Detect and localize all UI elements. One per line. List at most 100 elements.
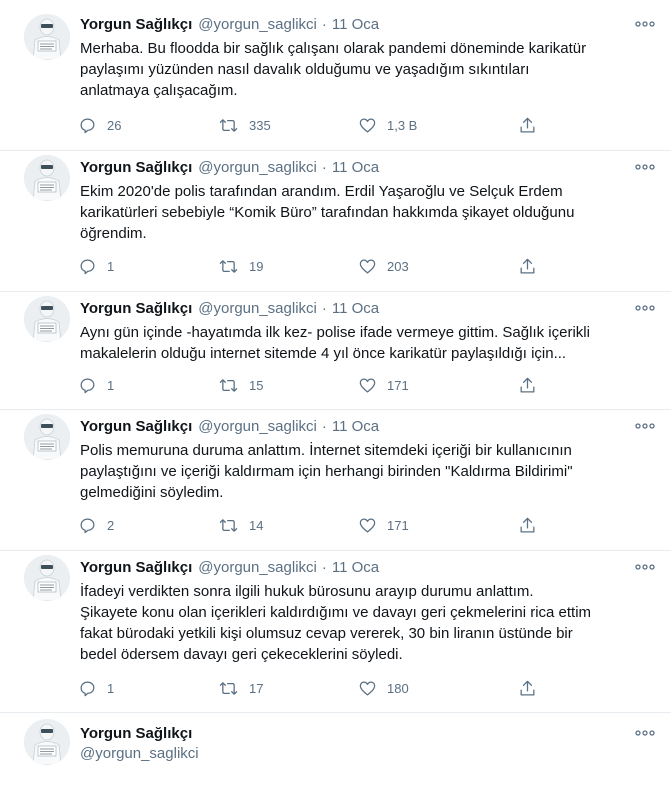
like-icon <box>359 118 376 132</box>
reply-count: 1 <box>107 258 115 274</box>
separator-dot: · <box>321 558 327 576</box>
retweet-button[interactable]: 19 <box>218 257 358 276</box>
author-handle[interactable]: @yorgun_saglikci <box>198 418 317 435</box>
tweet-actions: 2 14 171 <box>78 514 561 536</box>
tweet-date[interactable]: 11 Oca <box>332 16 379 33</box>
more-icon[interactable] <box>633 555 657 579</box>
avatar[interactable] <box>24 555 70 601</box>
tweet-date[interactable]: 11 Oca <box>332 418 379 435</box>
tweet-date[interactable]: 11 Oca <box>332 159 379 176</box>
author-name[interactable]: Yorgun Sağlıkçı <box>80 16 192 33</box>
reply-button[interactable]: 26 <box>78 116 218 135</box>
share-button[interactable] <box>518 516 537 535</box>
like-count: 180 <box>387 680 409 696</box>
reply-button[interactable]: 1 <box>78 376 218 395</box>
reply-button[interactable]: 1 <box>78 257 218 276</box>
author-name[interactable]: Yorgun Sağlıkçı <box>80 159 192 176</box>
author-name[interactable]: Yorgun Sağlıkçı <box>80 725 192 742</box>
author-name[interactable]: Yorgun Sağlıkçı <box>80 559 192 576</box>
author-handle[interactable]: @yorgun_saglikci <box>198 559 317 576</box>
reply-button[interactable]: 2 <box>78 516 218 535</box>
tweet-date[interactable]: 11 Oca <box>332 559 379 576</box>
share-icon <box>520 258 535 273</box>
retweet-count: 335 <box>249 117 271 133</box>
share-icon <box>520 117 535 132</box>
tweet-actions: 1 19 203 <box>78 255 561 277</box>
retweet-button[interactable]: 335 <box>218 116 358 135</box>
reply-button[interactable]: 1 <box>78 679 218 698</box>
retweet-count: 19 <box>249 258 264 274</box>
tweet-text: Ekim 2020'de polis tarafından arandım. E… <box>80 183 575 242</box>
share-icon <box>520 680 535 695</box>
author-handle[interactable]: @yorgun_saglikci <box>80 745 199 762</box>
tweet-date[interactable]: 11 Oca <box>332 300 379 317</box>
share-button[interactable] <box>518 376 537 395</box>
reply-icon <box>80 378 95 393</box>
tweet-header: Yorgun Sağlıkçı @yorgun_saglikci · 11 Oc… <box>80 297 651 319</box>
share-button[interactable] <box>518 116 537 135</box>
share-button[interactable] <box>518 679 537 698</box>
reply-icon <box>80 681 95 696</box>
tweet[interactable]: Yorgun Sağlıkçı @yorgun_saglikci · 11 Oc… <box>0 151 671 292</box>
more-icon[interactable] <box>633 12 657 36</box>
tweet-text: Polis memuruna duruma anlattım. İnternet… <box>80 442 573 501</box>
like-button[interactable]: 171 <box>358 516 518 535</box>
share-icon <box>520 517 535 532</box>
share-button[interactable] <box>518 257 537 276</box>
retweet-button[interactable]: 14 <box>218 516 358 535</box>
more-icon[interactable] <box>633 296 657 320</box>
like-button[interactable]: 171 <box>358 376 518 395</box>
tweet-text: Aynı gün içinde -hayatımda ilk kez- poli… <box>80 324 590 362</box>
like-button[interactable]: 203 <box>358 257 518 276</box>
more-icon[interactable] <box>633 414 657 438</box>
tweet-header: Yorgun Sağlıkçı @yorgun_saglikci · 11 Oc… <box>80 13 651 35</box>
tweet-thread: Yorgun Sağlıkçı @yorgun_saglikci · 11 Oc… <box>0 0 671 785</box>
like-count: 203 <box>387 258 409 274</box>
like-count: 171 <box>387 377 409 393</box>
more-icon[interactable] <box>633 721 657 745</box>
more-icon[interactable] <box>633 155 657 179</box>
author-handle[interactable]: @yorgun_saglikci <box>198 16 317 33</box>
author-name[interactable]: Yorgun Sağlıkçı <box>80 300 192 317</box>
tweet[interactable]: Yorgun Sağlıkçı @yorgun_saglikci · 11 Oc… <box>0 292 671 410</box>
avatar[interactable] <box>24 296 70 342</box>
retweet-icon <box>219 518 238 532</box>
share-icon <box>520 377 535 392</box>
reply-icon <box>80 259 95 274</box>
reply-icon <box>80 518 95 533</box>
retweet-icon <box>219 118 238 132</box>
author-handle[interactable]: @yorgun_saglikci <box>198 159 317 176</box>
like-button[interactable]: 180 <box>358 679 518 698</box>
reply-count: 26 <box>107 117 122 133</box>
tweet-actions: 26 335 1,3 B <box>78 114 561 136</box>
avatar[interactable] <box>24 14 70 60</box>
author-name[interactable]: Yorgun Sağlıkçı <box>80 418 192 435</box>
author-handle[interactable]: @yorgun_saglikci <box>198 300 317 317</box>
author-card[interactable]: Yorgun Sağlıkçı @yorgun_saglikci <box>0 713 671 785</box>
separator-dot: · <box>321 299 327 317</box>
tweet-header: Yorgun Sağlıkçı @yorgun_saglikci · 11 Oc… <box>80 415 651 437</box>
reply-count: 1 <box>107 377 115 393</box>
retweet-icon <box>219 378 238 392</box>
like-icon <box>359 518 376 532</box>
tweet-header: Yorgun Sağlıkçı @yorgun_saglikci · 11 Oc… <box>80 156 651 178</box>
like-count: 1,3 B <box>387 117 418 133</box>
retweet-count: 15 <box>249 377 264 393</box>
author-header: Yorgun Sağlıkçı <box>80 722 651 744</box>
tweet[interactable]: Yorgun Sağlıkçı @yorgun_saglikci · 11 Oc… <box>0 551 671 713</box>
avatar[interactable] <box>24 414 70 460</box>
retweet-button[interactable]: 15 <box>218 376 358 395</box>
retweet-count: 14 <box>249 517 264 533</box>
separator-dot: · <box>321 417 327 435</box>
avatar[interactable] <box>24 719 70 765</box>
tweet[interactable]: Yorgun Sağlıkçı @yorgun_saglikci · 11 Oc… <box>0 0 671 151</box>
reply-count: 1 <box>107 680 115 696</box>
like-button[interactable]: 1,3 B <box>358 116 518 135</box>
retweet-button[interactable]: 17 <box>218 679 358 698</box>
like-count: 171 <box>387 517 409 533</box>
retweet-icon <box>219 681 238 695</box>
reply-icon <box>80 118 95 133</box>
avatar[interactable] <box>24 155 70 201</box>
tweet[interactable]: Yorgun Sağlıkçı @yorgun_saglikci · 11 Oc… <box>0 410 671 551</box>
tweet-actions: 1 17 180 <box>78 677 561 699</box>
